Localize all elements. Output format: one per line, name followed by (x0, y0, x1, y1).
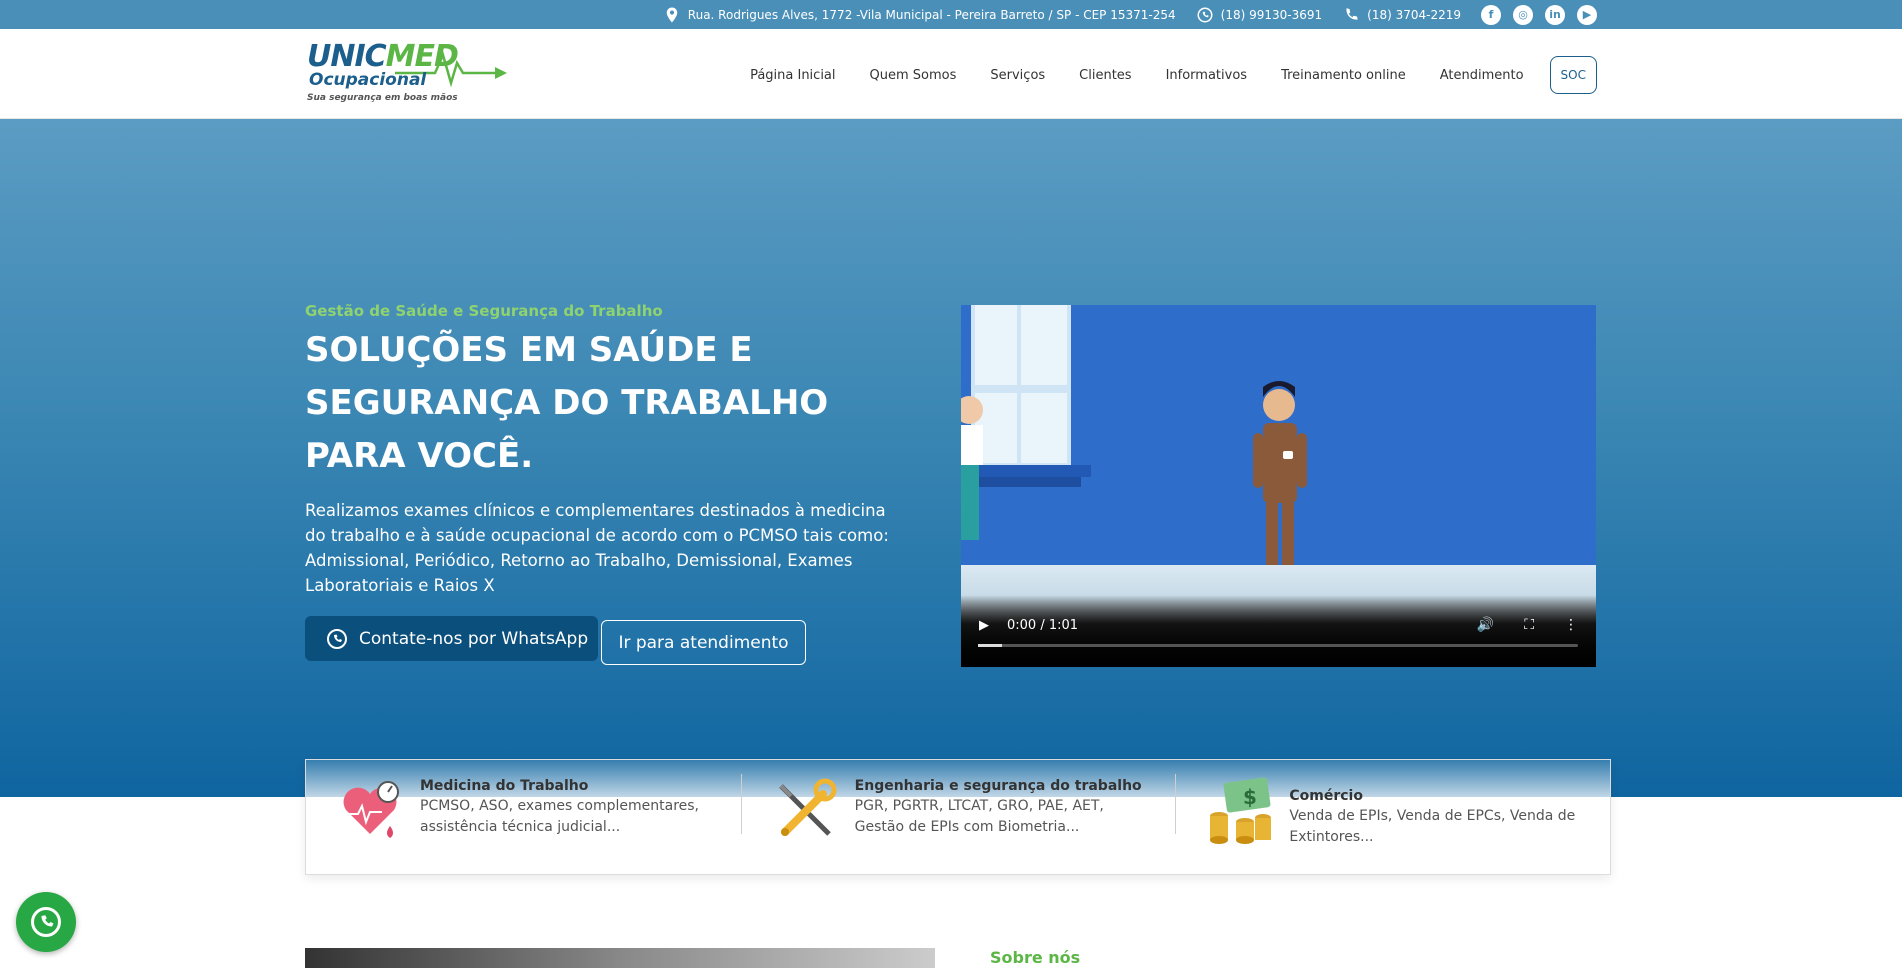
about-image (305, 948, 935, 968)
tools-icon (778, 778, 837, 836)
play-icon[interactable]: ▶ (979, 618, 989, 633)
logo[interactable]: UNICMED Ocupacional Sua segurança em boa… (305, 37, 510, 107)
feature-desc: Venda de EPIs, Venda de EPCs, Venda de E… (1289, 808, 1576, 845)
video-progress-bar[interactable] (978, 644, 1578, 647)
address-text: Rua. Rodrigues Alves, 1772 -Vila Municip… (687, 7, 1176, 22)
video-frame-illustration (961, 305, 1307, 575)
feature-item[interactable]: Engenharia e segurança do trabalho PGR, … (740, 760, 1176, 874)
volume-icon[interactable]: 🔊 (1477, 617, 1494, 633)
location-pin-icon (666, 7, 678, 22)
fullscreen-icon[interactable]: ⛶ (1524, 617, 1534, 633)
feature-desc: PGR, PGRTR, LTCAT, GRO, PAE, AET, Gestão… (854, 798, 1104, 835)
nav-item-attendance[interactable]: Atendimento (1440, 68, 1524, 83)
linkedin-icon[interactable]: in (1545, 4, 1565, 25)
whatsapp-button-label: Contate-nos por WhatsApp (359, 628, 589, 649)
video-player[interactable]: ▶ 0:00 / 1:01 🔊 ⛶ ⋮ (961, 305, 1596, 667)
top-info-bar: Rua. Rodrigues Alves, 1772 -Vila Municip… (0, 0, 1902, 29)
phone-number: (18) 3704-2219 (1367, 7, 1461, 22)
hero-headline: SOLUÇÕES EM SAÚDE E SEGURANÇA DO TRABALH… (305, 330, 829, 476)
feature-title: Medicina do Trabalho (420, 778, 589, 794)
social-links: f ◎ in ▶ (1481, 4, 1597, 25)
soc-button[interactable]: SOC (1549, 56, 1597, 94)
hero-section: Gestão de Saúde e Segurança do Trabalho … (0, 119, 1902, 797)
more-options-icon[interactable]: ⋮ (1564, 617, 1578, 633)
whatsapp-button[interactable]: Contate-nos por WhatsApp (305, 616, 598, 661)
logo-subtitle: Ocupacional (309, 70, 427, 90)
svg-text:$: $ (1243, 785, 1257, 809)
video-controls: ▶ 0:00 / 1:01 🔊 ⛶ ⋮ (979, 617, 1578, 633)
logo-tagline: Sua segurança em boas mãos (307, 93, 458, 103)
address-item: Rua. Rodrigues Alves, 1772 -Vila Municip… (663, 6, 1176, 24)
facebook-icon[interactable]: f (1481, 4, 1501, 25)
feature-title: Comércio (1289, 788, 1363, 804)
whatsapp-contact[interactable]: (18) 99130-3691 (1196, 6, 1323, 24)
features-band: Medicina do Trabalho PCMSO, ASO, exames … (305, 759, 1611, 875)
whatsapp-icon (1197, 7, 1213, 22)
whatsapp-icon (31, 907, 61, 937)
video-time: 0:00 / 1:01 (1007, 617, 1079, 633)
feature-item[interactable]: $ Comércio Venda de EPIs, Venda de EPCs,… (1175, 760, 1610, 874)
nav-item-news[interactable]: Informativos (1166, 68, 1247, 83)
attendance-button[interactable]: Ir para atendimento (601, 620, 806, 665)
feature-desc: PCMSO, ASO, exames complementares, assis… (420, 798, 700, 835)
phone-contact[interactable]: (18) 3704-2219 (1342, 6, 1461, 24)
heart-health-icon (343, 781, 399, 838)
instagram-icon[interactable]: ◎ (1513, 4, 1533, 25)
whatsapp-number: (18) 99130-3691 (1220, 7, 1323, 22)
youtube-icon[interactable]: ▶ (1577, 4, 1597, 25)
nav-item-clients[interactable]: Clientes (1079, 68, 1131, 83)
nav-item-services[interactable]: Serviços (990, 68, 1045, 83)
site-header: UNICMED Ocupacional Sua segurança em boa… (0, 29, 1902, 119)
feature-title: Engenharia e segurança do trabalho (854, 778, 1142, 794)
hero-description: Realizamos exames clínicos e complementa… (305, 501, 889, 595)
main-nav: Página Inicial Quem Somos Serviços Clien… (750, 56, 1597, 94)
whatsapp-icon (327, 628, 347, 649)
feature-item[interactable]: Medicina do Trabalho PCMSO, ASO, exames … (306, 760, 741, 874)
nav-item-training[interactable]: Treinamento online (1281, 68, 1406, 83)
nav-item-home[interactable]: Página Inicial (750, 68, 835, 83)
nav-item-about[interactable]: Quem Somos (870, 68, 957, 83)
floating-whatsapp-button[interactable] (16, 892, 76, 952)
hero-eyebrow: Gestão de Saúde e Segurança do Trabalho (305, 302, 663, 320)
money-icon: $ (1210, 777, 1272, 844)
about-label: Sobre nós (990, 948, 1081, 967)
video-progress-fill (978, 644, 1002, 647)
phone-icon (1346, 7, 1358, 20)
